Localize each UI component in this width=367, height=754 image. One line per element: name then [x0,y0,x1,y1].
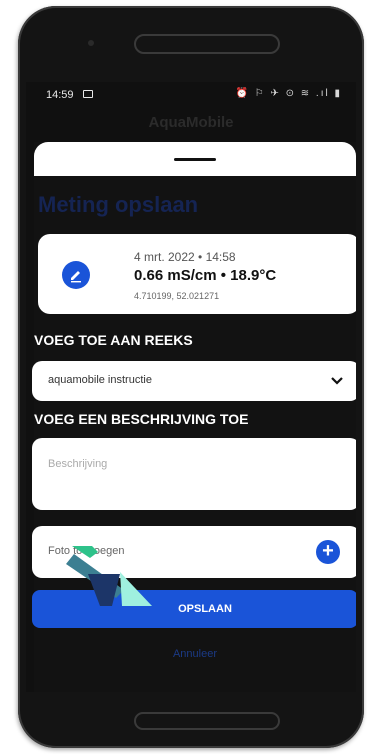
chevron-down-icon [331,377,343,385]
app-title: AquaMobile [148,114,234,131]
series-value: aquamobile instructie [48,374,152,386]
sheet-header [34,142,356,176]
status-icons: ⏰ ⚐ ✈ ⊙ ≋ .ıl ▮ [235,88,342,99]
plus-icon[interactable]: + [316,540,340,564]
description-label: VOEG EEN BESCHRIJVING TOE [34,411,249,427]
image-notification-icon [83,90,93,98]
home-indicator [134,712,280,730]
phone-frame: 14:59 ⏰ ⚐ ✈ ⊙ ≋ .ıl ▮ AquaMobile Meting … [18,6,364,748]
measurement-card: 4 mrt. 2022 • 14:58 0.66 mS/cm • 18.9°C … [38,234,356,314]
pencil-icon [71,271,81,283]
status-time: 14:59 [46,89,74,101]
status-bar: 14:59 ⏰ ⚐ ✈ ⊙ ≋ .ıl ▮ [26,82,356,106]
sheet-title: Meting opslaan [38,192,199,217]
edit-button[interactable] [62,261,90,289]
drag-handle[interactable] [174,158,216,161]
measurement-coordinates: 4.710199, 52.021271 [134,291,220,301]
camera-icon [88,40,94,46]
series-select[interactable]: aquamobile instructie [32,361,356,401]
measurement-reading: 0.66 mS/cm • 18.9°C [134,267,277,284]
series-label: VOEG TOE AAN REEKS [34,332,193,348]
cancel-link[interactable]: Annuleer [34,648,356,660]
pointer-arrow-icon [66,546,152,606]
speaker-grille [134,34,280,54]
measurement-date: 4 mrt. 2022 • 14:58 [134,250,236,264]
description-field[interactable] [32,438,356,510]
